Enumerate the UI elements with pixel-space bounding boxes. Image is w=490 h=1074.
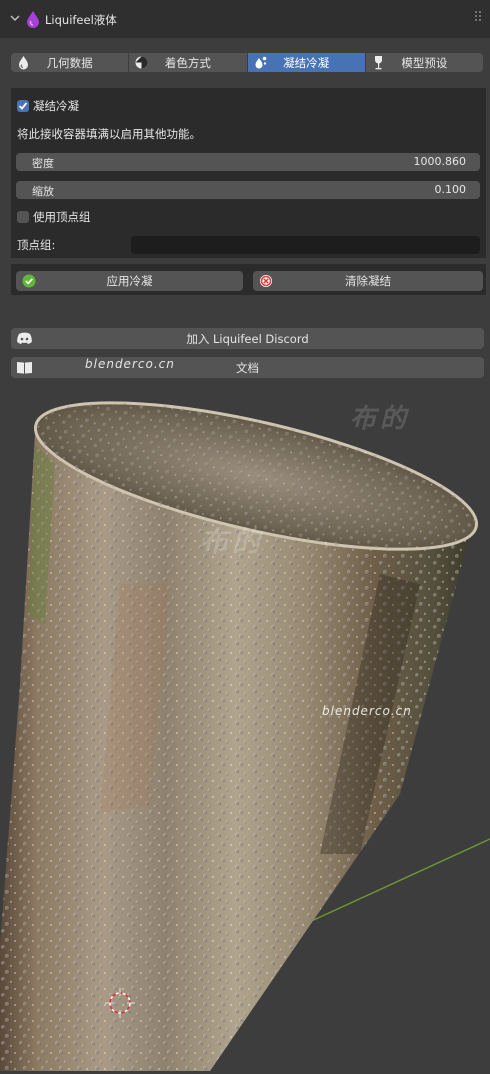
tab-label: 着色方式 (164, 55, 211, 70)
scale-label: 缩放 (32, 185, 54, 198)
brand-watermark: 布的 (350, 404, 411, 434)
condensation-enable-label: 凝结冷凝 (33, 99, 79, 113)
site-watermark: blenderco.cn (322, 704, 412, 718)
apply-condensation-label: 应用冷凝 (106, 274, 153, 288)
panel-title: Liquifeel液体 (45, 13, 117, 27)
condensation-drops-icon (255, 56, 266, 69)
condensation-enable-checkbox[interactable] (17, 100, 29, 112)
documentation-button[interactable]: 文档 (11, 357, 484, 378)
tab-shading[interactable]: 着色方式 (129, 53, 247, 72)
wine-glass-icon (374, 56, 382, 70)
vertex-group-label: 顶点组: (17, 238, 56, 252)
density-value: 1000.860 (413, 155, 467, 168)
checkmark-circle-icon (22, 274, 36, 288)
checkmark-icon (18, 102, 28, 110)
3d-viewport[interactable] (0, 384, 490, 1071)
site-watermark: blenderco.cn (85, 357, 175, 371)
documentation-label: 文档 (236, 360, 259, 375)
clear-condensation-label: 清除凝结 (345, 274, 391, 288)
discord-icon (17, 332, 32, 344)
clear-condensation-button[interactable]: 清除凝结 (253, 271, 483, 291)
shading-sphere-icon (135, 56, 148, 69)
tab-label: 几何数据 (46, 55, 93, 70)
tab-geometry[interactable]: 几何数据 (11, 53, 129, 72)
liquifeel-logo-icon (27, 11, 39, 28)
apply-condensation-button[interactable]: 应用冷凝 (16, 271, 243, 291)
discord-label: 加入 Liquifeel Discord (186, 331, 309, 346)
discord-button[interactable]: 加入 Liquifeel Discord (11, 328, 484, 349)
tab-label: 凝结冷凝 (283, 55, 330, 70)
tab-label: 模型预设 (401, 55, 448, 70)
drag-handle-icon[interactable] (474, 10, 484, 24)
vertex-group-field[interactable] (131, 236, 480, 254)
tab-bar: 几何数据 着色方式 凝结冷凝 模型预设 (11, 53, 483, 72)
condensation-settings-panel: 凝结冷凝 将此接收容器填满以启用其他功能。 密度 1000.860 缩放 0.1… (11, 88, 486, 258)
tab-condensation[interactable]: 凝结冷凝 (247, 53, 365, 72)
cancel-circle-icon (260, 275, 272, 287)
operator-panel: 应用冷凝 清除凝结 (11, 264, 486, 295)
liquid-drop-icon (19, 56, 28, 70)
tab-presets[interactable]: 模型预设 (365, 53, 483, 72)
scale-value: 0.100 (434, 183, 467, 196)
density-label: 密度 (32, 157, 54, 170)
use-vertex-group-checkbox[interactable] (17, 211, 29, 223)
use-vertex-group-label: 使用顶点组 (33, 210, 91, 224)
brand-watermark: 布的 (200, 525, 265, 558)
addon-panel-header[interactable]: Liquifeel液体 (0, 0, 490, 38)
density-slider[interactable]: 密度 1000.860 (16, 153, 480, 171)
chevron-down-icon[interactable] (9, 12, 21, 24)
book-icon (17, 362, 32, 374)
scale-slider[interactable]: 缩放 0.100 (16, 181, 480, 199)
info-text: 将此接收容器填满以启用其他功能。 (17, 127, 201, 141)
viewport-render (0, 401, 490, 1071)
